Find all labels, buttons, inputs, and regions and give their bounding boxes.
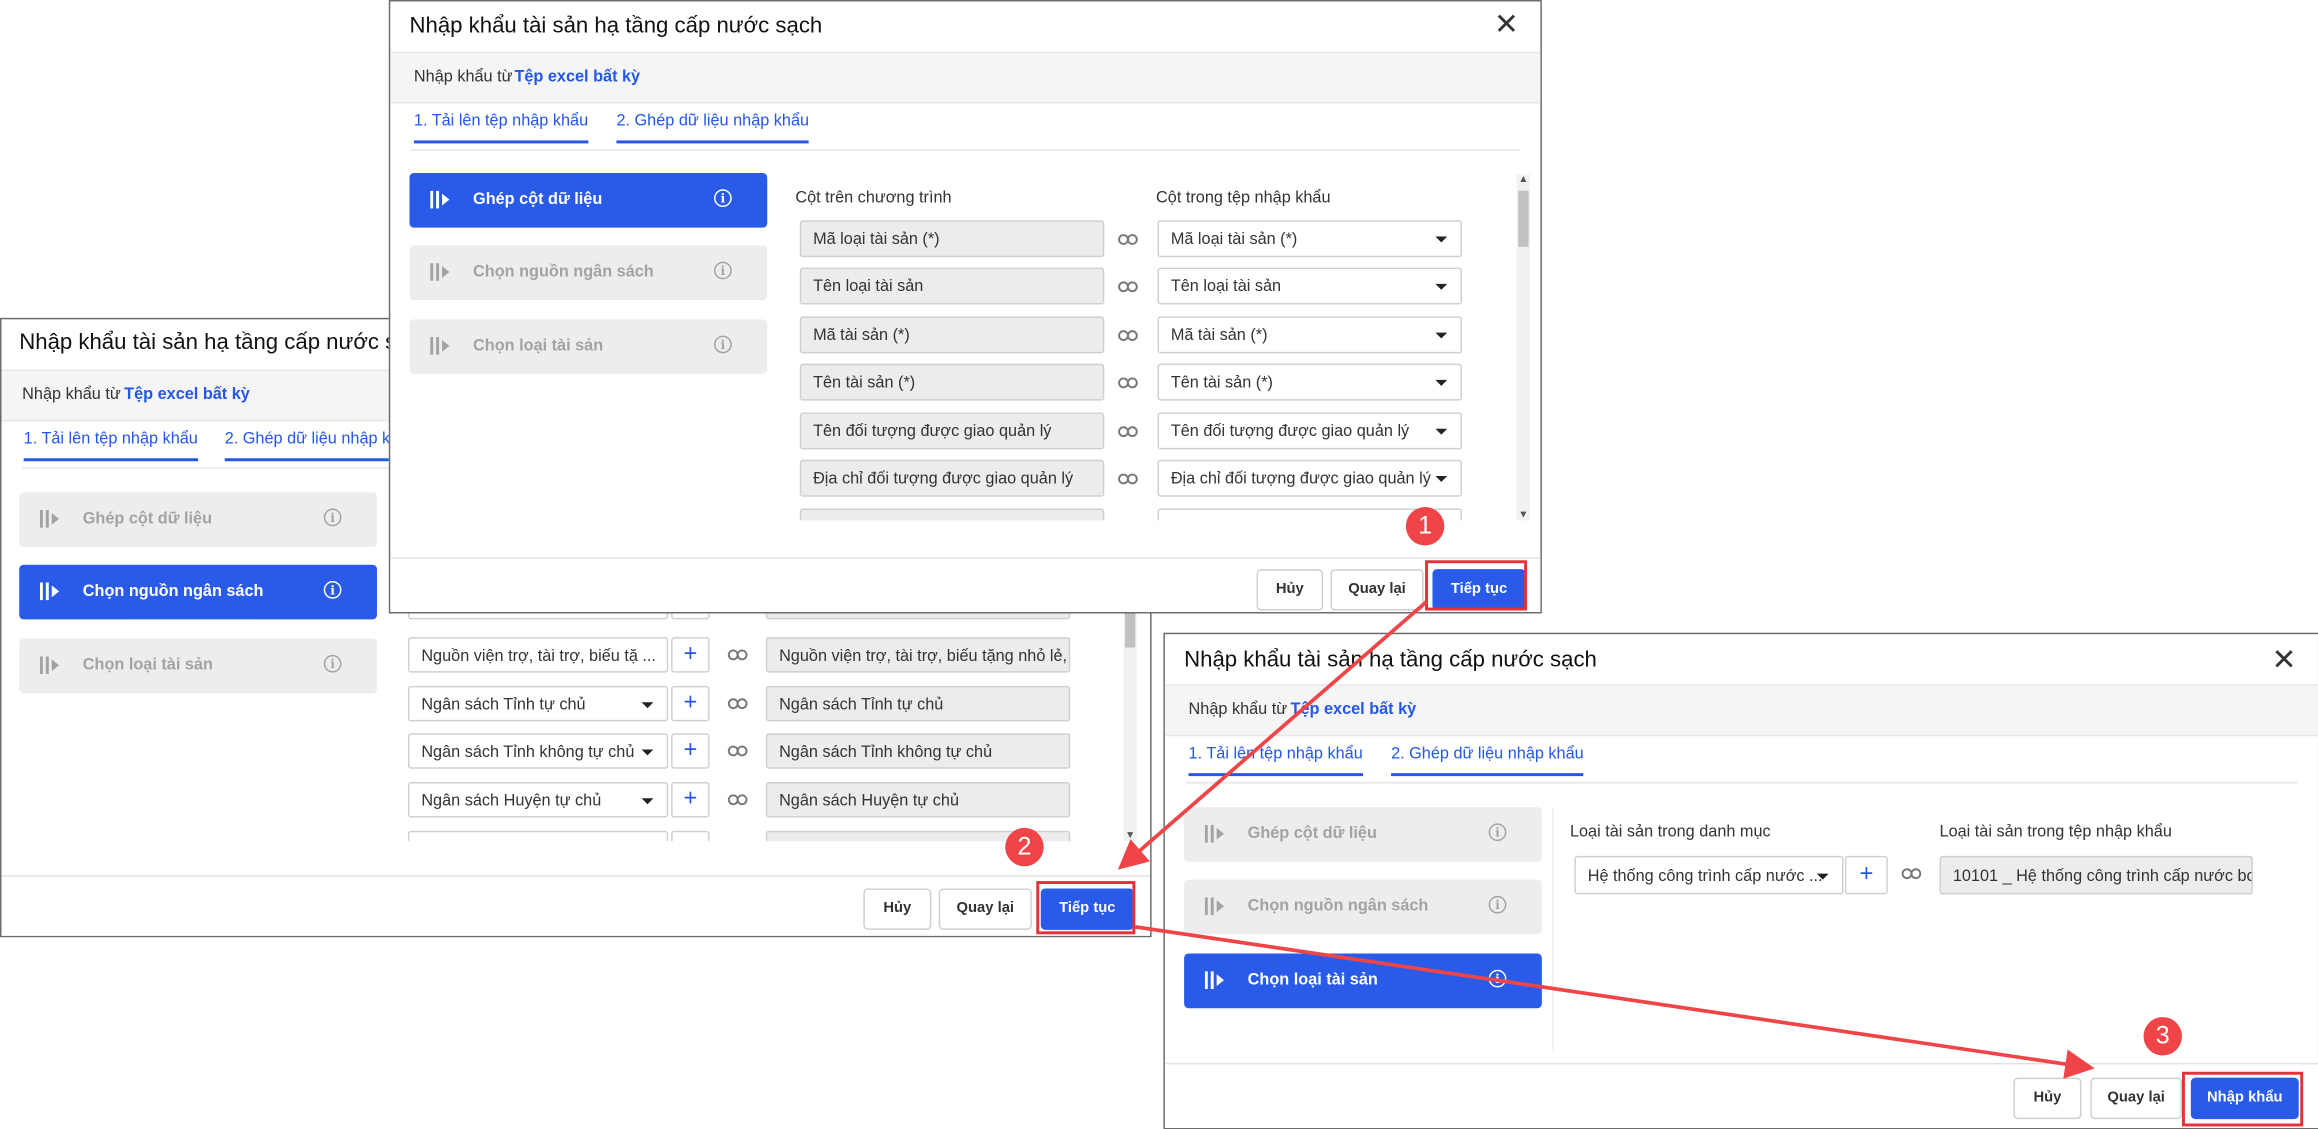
callout-badge: 2 bbox=[1005, 827, 1044, 867]
callout-badge: 3 bbox=[2143, 1017, 2182, 1056]
arrow-step-2-to-3 bbox=[1135, 925, 2095, 1079]
arrow-step-1-to-2 bbox=[1117, 600, 1428, 870]
callout-badge: 1 bbox=[1405, 507, 1445, 546]
callout-arrows bbox=[1117, 600, 2095, 1079]
screenshot-canvas: Nhập khẩu tài sản hạ tầng cấp nước sạch … bbox=[0, 0, 2318, 1129]
